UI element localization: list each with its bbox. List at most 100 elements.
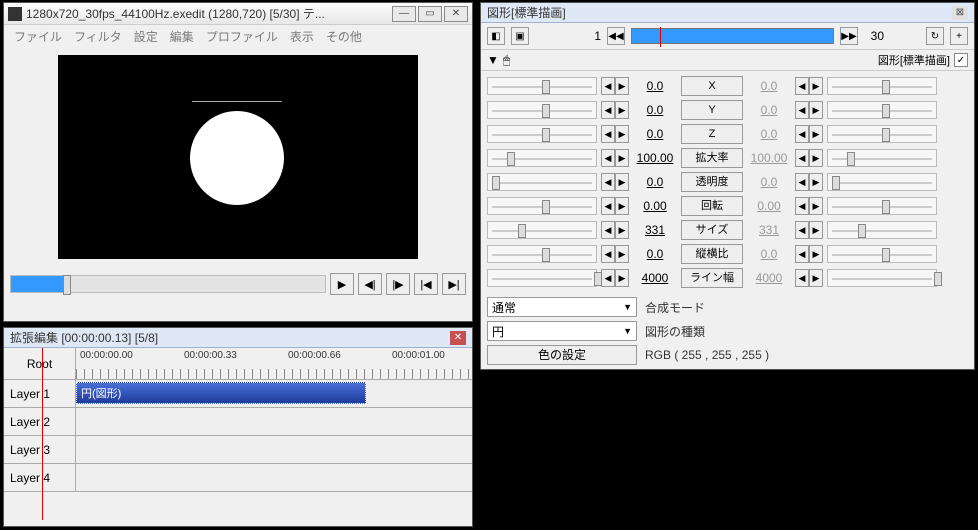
timeline-clip[interactable]: 円(図形): [76, 382, 366, 404]
inc-button[interactable]: ▶: [615, 101, 629, 119]
menu-view[interactable]: 表示: [290, 28, 314, 45]
inc-button[interactable]: ▶: [615, 77, 629, 95]
value-right[interactable]: 331: [747, 223, 791, 237]
shape-type-combo[interactable]: 円▼: [487, 321, 637, 341]
preview-canvas[interactable]: [58, 55, 418, 259]
param-name-button[interactable]: 透明度: [681, 172, 743, 192]
dec-button[interactable]: ◀: [795, 245, 809, 263]
step-fwd-button[interactable]: |▶: [386, 273, 410, 295]
dec-button[interactable]: ◀: [601, 197, 615, 215]
layer-label[interactable]: Layer 1: [4, 380, 76, 407]
inc-button[interactable]: ▶: [615, 197, 629, 215]
slider-right[interactable]: [827, 101, 937, 119]
inc-button[interactable]: ▶: [809, 77, 823, 95]
toggle-a-button[interactable]: ◧: [487, 27, 505, 45]
param-name-button[interactable]: X: [681, 76, 743, 96]
slider-left[interactable]: [487, 173, 597, 191]
playhead[interactable]: [42, 348, 43, 520]
menu-profile[interactable]: プロファイル: [206, 28, 278, 45]
seek-bar[interactable]: [10, 275, 326, 293]
collapse-icon[interactable]: ▼: [487, 53, 499, 67]
menu-settings[interactable]: 設定: [134, 28, 158, 45]
dec-button[interactable]: ◀: [795, 173, 809, 191]
goto-end-button[interactable]: ▶|: [442, 273, 466, 295]
layer-track-3[interactable]: [76, 436, 472, 463]
frame-prev-button[interactable]: ◀◀: [607, 27, 625, 45]
layer-track-2[interactable]: [76, 408, 472, 435]
value-left[interactable]: 0.0: [633, 79, 677, 93]
slider-right[interactable]: [827, 125, 937, 143]
param-name-button[interactable]: サイズ: [681, 220, 743, 240]
close-button[interactable]: ✕: [444, 6, 468, 22]
mouse-icon[interactable]: 🖱: [503, 53, 510, 68]
inc-button[interactable]: ▶: [615, 125, 629, 143]
dec-button[interactable]: ◀: [795, 149, 809, 167]
inc-button[interactable]: ▶: [615, 173, 629, 191]
dec-button[interactable]: ◀: [795, 77, 809, 95]
param-name-button[interactable]: Z: [681, 124, 743, 144]
value-right[interactable]: 0.0: [747, 127, 791, 141]
dec-button[interactable]: ◀: [795, 221, 809, 239]
dec-button[interactable]: ◀: [601, 245, 615, 263]
value-left[interactable]: 0.0: [633, 127, 677, 141]
slider-right[interactable]: [827, 269, 937, 287]
maximize-button[interactable]: ▭: [418, 6, 442, 22]
play-button[interactable]: ▶: [330, 273, 354, 295]
value-right[interactable]: 100.00: [747, 151, 791, 165]
timeline-root[interactable]: Root: [4, 348, 76, 379]
inc-button[interactable]: ▶: [809, 101, 823, 119]
layer-track-1[interactable]: 円(図形): [76, 380, 472, 407]
param-name-button[interactable]: 縦横比: [681, 244, 743, 264]
inc-button[interactable]: ▶: [615, 245, 629, 263]
goto-start-button[interactable]: |◀: [414, 273, 438, 295]
menu-filter[interactable]: フィルタ: [74, 28, 122, 45]
slider-left[interactable]: [487, 101, 597, 119]
minimize-button[interactable]: —: [392, 6, 416, 22]
inc-button[interactable]: ▶: [615, 269, 629, 287]
value-left[interactable]: 0.00: [633, 199, 677, 213]
menu-other[interactable]: その他: [326, 28, 362, 45]
dec-button[interactable]: ◀: [795, 125, 809, 143]
dec-button[interactable]: ◀: [601, 221, 615, 239]
layer-label[interactable]: Layer 4: [4, 464, 76, 491]
property-close-button[interactable]: ⊠: [952, 6, 968, 20]
inc-button[interactable]: ▶: [615, 149, 629, 167]
slider-left[interactable]: [487, 149, 597, 167]
value-left[interactable]: 0.0: [633, 175, 677, 189]
value-left[interactable]: 0.0: [633, 103, 677, 117]
slider-right[interactable]: [827, 221, 937, 239]
slider-right[interactable]: [827, 149, 937, 167]
step-back-button[interactable]: ◀|: [358, 273, 382, 295]
frame-bar[interactable]: [631, 28, 834, 44]
frame-next-button[interactable]: ▶▶: [840, 27, 858, 45]
dec-button[interactable]: ◀: [795, 101, 809, 119]
slider-right[interactable]: [827, 197, 937, 215]
dec-button[interactable]: ◀: [601, 77, 615, 95]
value-right[interactable]: 4000: [747, 271, 791, 285]
inc-button[interactable]: ▶: [809, 221, 823, 239]
slider-right[interactable]: [827, 77, 937, 95]
dec-button[interactable]: ◀: [795, 269, 809, 287]
toggle-b-button[interactable]: ▣: [511, 27, 529, 45]
slider-left[interactable]: [487, 125, 597, 143]
dec-button[interactable]: ◀: [601, 269, 615, 287]
blend-mode-combo[interactable]: 通常▼: [487, 297, 637, 317]
slider-right[interactable]: [827, 173, 937, 191]
layer-track-4[interactable]: [76, 464, 472, 491]
menu-file[interactable]: ファイル: [14, 28, 62, 45]
timeline-close-button[interactable]: ✕: [450, 331, 466, 345]
layer-label[interactable]: Layer 3: [4, 436, 76, 463]
inc-button[interactable]: ▶: [809, 149, 823, 167]
value-left[interactable]: 331: [633, 223, 677, 237]
dec-button[interactable]: ◀: [601, 149, 615, 167]
preview-titlebar[interactable]: 1280x720_30fps_44100Hz.exedit (1280,720)…: [4, 3, 472, 25]
timeline-titlebar[interactable]: 拡張編集 [00:00:00.13] [5/8] ✕: [4, 328, 472, 348]
dec-button[interactable]: ◀: [795, 197, 809, 215]
slider-left[interactable]: [487, 197, 597, 215]
param-name-button[interactable]: Y: [681, 100, 743, 120]
dec-button[interactable]: ◀: [601, 125, 615, 143]
inc-button[interactable]: ▶: [809, 125, 823, 143]
value-left[interactable]: 100.00: [633, 151, 677, 165]
inc-button[interactable]: ▶: [809, 197, 823, 215]
value-right[interactable]: 0.00: [747, 199, 791, 213]
